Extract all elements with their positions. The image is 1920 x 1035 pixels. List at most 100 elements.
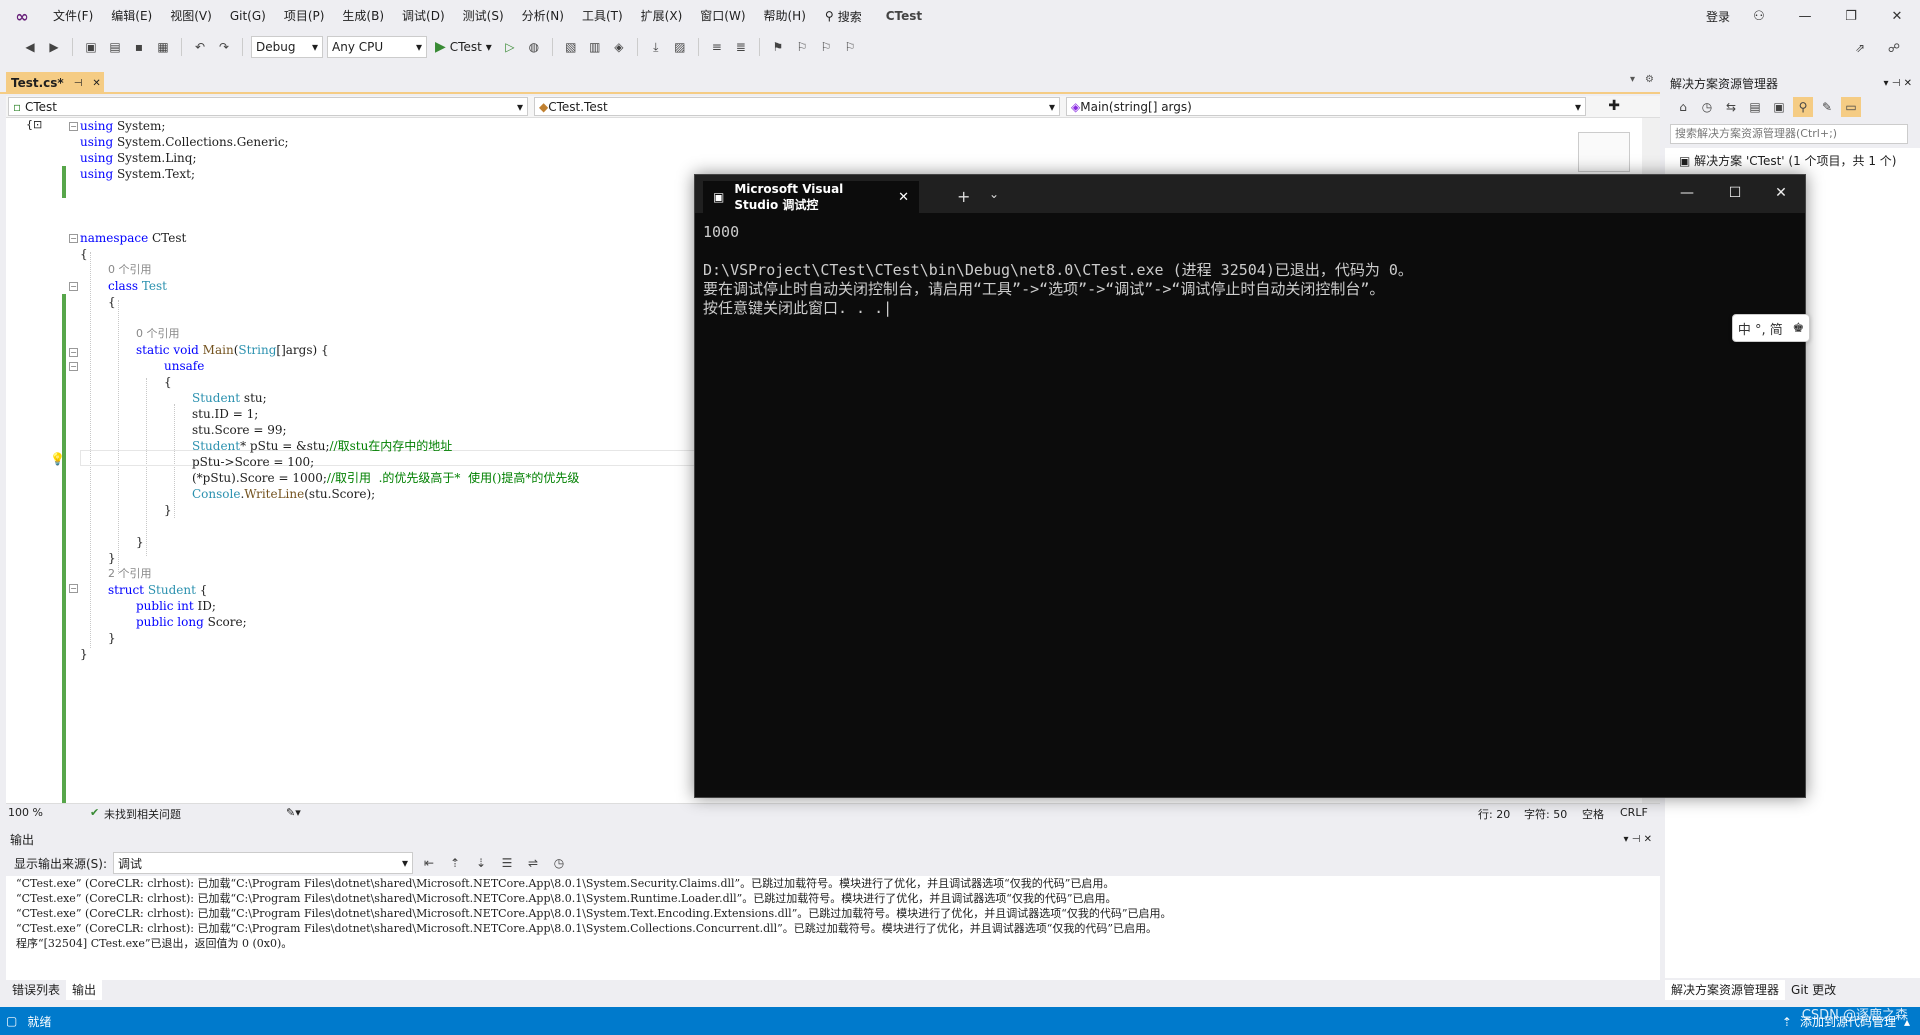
close-button[interactable]: ✕ [1771, 185, 1791, 201]
word-wrap-icon[interactable]: ⇌ [523, 853, 543, 873]
menu-analyze[interactable]: 分析(N) [513, 0, 573, 32]
layout-icon[interactable]: ▥ [585, 37, 605, 57]
pin-icon[interactable]: ⊣ [74, 78, 83, 89]
console-tab[interactable]: ▣ Microsoft Visual Studio 调试控 ✕ [703, 181, 919, 213]
collapse-icon[interactable]: − [69, 348, 78, 357]
line-ending-indicator[interactable]: CRLF [1620, 806, 1648, 819]
minimize-button[interactable]: — [1782, 0, 1828, 32]
minimap[interactable] [1578, 132, 1630, 172]
settings-icon[interactable]: ⚙ [1645, 74, 1654, 85]
menu-window[interactable]: 窗口(W) [691, 0, 754, 32]
history-icon[interactable]: ◷ [1697, 97, 1717, 117]
tab-git-changes[interactable]: Git 更改 [1785, 980, 1842, 1000]
menu-extensions[interactable]: 扩展(X) [632, 0, 692, 32]
member-dropdown[interactable]: ◈Main(string[] args) ▾ [1066, 97, 1586, 116]
breakpoints-icon[interactable]: ◈ [609, 37, 629, 57]
codelens-references[interactable]: 0 个引用 [136, 326, 180, 342]
menu-edit[interactable]: 编辑(E) [102, 0, 161, 32]
hot-reload-icon[interactable]: ◍ [524, 37, 544, 57]
restore-button[interactable]: ❐ [1828, 0, 1874, 32]
next-message-icon[interactable]: ⇣ [471, 853, 491, 873]
project-dropdown[interactable]: ▫ CTest ▾ [8, 97, 528, 116]
comment-icon[interactable]: ≡ [707, 37, 727, 57]
tab-output[interactable]: 输出 [66, 980, 103, 1000]
menu-project[interactable]: 项目(P) [275, 0, 334, 32]
tab-test-cs[interactable]: Test.cs* ⊣ ✕ [6, 72, 104, 94]
minimize-button[interactable]: — [1677, 185, 1697, 201]
menu-build[interactable]: 生成(B) [333, 0, 393, 32]
char-indicator[interactable]: 字符: 50 [1524, 806, 1567, 822]
debug-console-window[interactable]: ▣ Microsoft Visual Studio 调试控 ✕ + ⌄ — ☐ … [694, 174, 1806, 798]
feedback-icon[interactable]: ☍ [1884, 38, 1904, 58]
show-all-icon[interactable]: ▣ [1769, 97, 1789, 117]
start-debugging-button[interactable]: ▶ CTest ▾ [431, 39, 496, 55]
output-source-select[interactable]: 调试 ▾ [113, 852, 414, 874]
collapse-icon[interactable]: − [69, 362, 78, 371]
step-icon[interactable]: ⤓ [646, 37, 666, 57]
clear-bookmarks-icon[interactable]: ⚐ [840, 37, 860, 57]
format-icon[interactable]: ▨ [670, 37, 690, 57]
codelens-references[interactable]: 0 个引用 [108, 262, 152, 278]
uncomment-icon[interactable]: ≣ [731, 37, 751, 57]
close-panel-icon[interactable]: ▾ ⊣ ✕ [1884, 75, 1912, 93]
solution-root-node[interactable]: ▣ 解决方案 'CTest' (1 个项目，共 1 个) [1679, 152, 1897, 169]
clear-all-icon[interactable]: ☰ [497, 853, 517, 873]
account-icon[interactable]: ⚇ [1736, 0, 1782, 32]
collapse-icon[interactable]: − [69, 122, 78, 131]
properties-icon[interactable]: ✎ [1817, 97, 1837, 117]
menu-file[interactable]: 文件(F) [44, 0, 102, 32]
menu-view[interactable]: 视图(V) [161, 0, 221, 32]
collapse-icon[interactable]: − [69, 234, 78, 243]
code-cleanup-icon[interactable]: ✎▾ [286, 806, 301, 819]
notification-icon[interactable]: ▢ [6, 1014, 17, 1028]
close-tab-icon[interactable]: ✕ [92, 78, 100, 89]
line-indicator[interactable]: 行: 20 [1478, 806, 1510, 822]
codelens-references[interactable]: 2 个引用 [108, 566, 152, 582]
type-dropdown[interactable]: ◆CTest.Test ▾ [534, 97, 1060, 116]
find-message-icon[interactable]: ⇤ [419, 853, 439, 873]
menu-git[interactable]: Git(G) [221, 0, 275, 32]
issues-status[interactable]: 未找到相关问题 [104, 806, 181, 822]
close-button[interactable]: ✕ [1874, 0, 1920, 32]
prev-bookmark-icon[interactable]: ⚐ [792, 37, 812, 57]
home-icon[interactable]: ⌂ [1673, 97, 1693, 117]
menu-help[interactable]: 帮助(H) [755, 0, 815, 32]
menu-tools[interactable]: 工具(T) [573, 0, 632, 32]
tab-solution-explorer[interactable]: 解决方案资源管理器 [1665, 980, 1786, 1000]
preview-icon[interactable]: ▭ [1841, 97, 1861, 117]
whitespace-indicator[interactable]: 空格 [1582, 806, 1604, 822]
undo-icon[interactable]: ↶ [190, 37, 210, 57]
next-bookmark-icon[interactable]: ⚐ [816, 37, 836, 57]
save-all-icon[interactable]: ▦ [153, 37, 173, 57]
ime-indicator[interactable]: 中 °, 简 ♚ [1732, 314, 1810, 342]
redo-icon[interactable]: ↷ [214, 37, 234, 57]
prev-message-icon[interactable]: ⇡ [445, 853, 465, 873]
back-icon[interactable]: ◀ [20, 37, 40, 57]
close-tab-icon[interactable]: ✕ [898, 190, 909, 205]
search-button[interactable]: ⚲ 搜索 [815, 8, 872, 25]
save-icon[interactable]: ▪ [129, 37, 149, 57]
output-text[interactable]: “CTest.exe” (CoreCLR: clrhost): 已加载“C:\P… [6, 876, 1660, 980]
zoom-level[interactable]: 100 % [8, 806, 43, 819]
timestamp-icon[interactable]: ◷ [549, 853, 569, 873]
start-without-debugging-icon[interactable]: ▷ [500, 37, 520, 57]
bookmark-icon[interactable]: ⚑ [768, 37, 788, 57]
menu-debug[interactable]: 调试(D) [393, 0, 454, 32]
collapse-icon[interactable]: − [69, 584, 78, 593]
collapse-icon[interactable]: − [69, 282, 78, 291]
filter-icon[interactable]: ⚲ [1793, 97, 1813, 117]
solution-search-input[interactable]: 搜索解决方案资源管理器(Ctrl+;) [1670, 124, 1908, 144]
maximize-button[interactable]: ☐ [1725, 185, 1745, 201]
platform-select[interactable]: Any CPU ▾ [327, 36, 427, 58]
live-share-icon[interactable]: ⇗ [1850, 38, 1870, 58]
new-project-icon[interactable]: ▣ [81, 37, 101, 57]
sync-icon[interactable]: ⇆ [1721, 97, 1741, 117]
new-tab-icon[interactable]: + [957, 187, 970, 206]
upload-icon[interactable]: ⇡ [1782, 1015, 1792, 1029]
collapse-all-icon[interactable]: ▤ [1745, 97, 1765, 117]
tab-list-icon[interactable]: ▾ [1630, 74, 1635, 85]
tab-error-list[interactable]: 错误列表 [6, 980, 66, 1000]
close-panel-icon[interactable]: ▾ ⊣ ✕ [1624, 830, 1652, 850]
browse-icon[interactable]: ▧ [561, 37, 581, 57]
forward-icon[interactable]: ▶ [44, 37, 64, 57]
